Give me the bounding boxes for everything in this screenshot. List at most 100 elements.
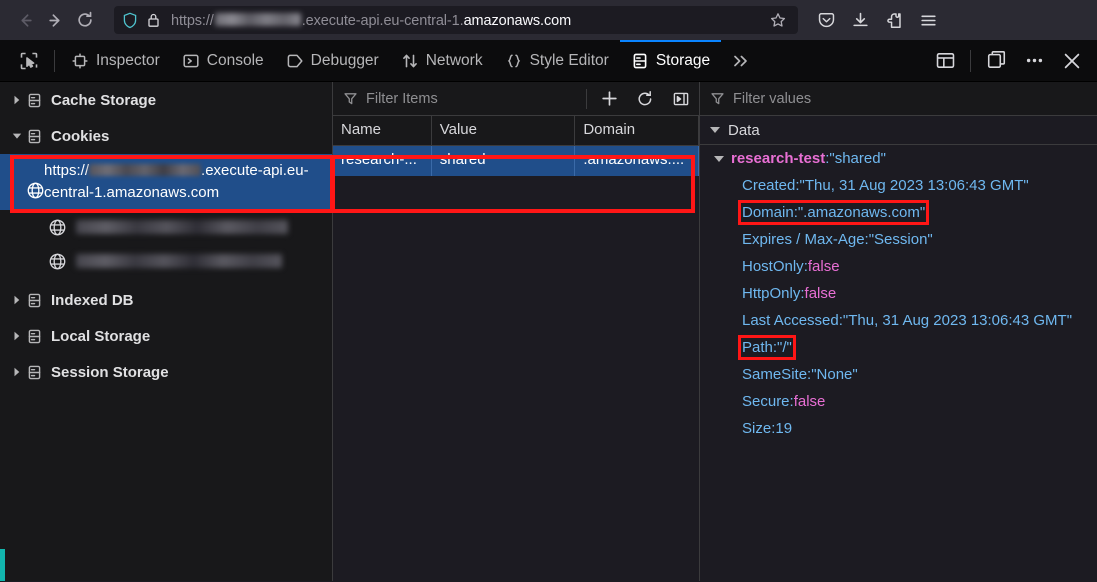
storage-panels: Cache Storage Cookies https://.execute-a…	[0, 82, 1097, 581]
devtools-options-icon[interactable]	[1015, 40, 1053, 82]
values-filter-input[interactable]: Filter values	[733, 91, 811, 107]
property-secure-key: Secure	[742, 393, 790, 410]
close-devtools-icon[interactable]	[1053, 40, 1091, 82]
cell-domain: .amazonaws....	[575, 146, 699, 176]
dock-to-side-icon[interactable]	[977, 40, 1015, 82]
database-icon	[26, 328, 43, 345]
chevron-down-icon[interactable]	[710, 127, 720, 133]
table-row[interactable]: research-... shared .amazonaws....	[333, 146, 699, 176]
tab-style-editor-label: Style Editor	[529, 51, 609, 69]
sidebar-cookie-host-2[interactable]	[0, 210, 332, 244]
refresh-button[interactable]	[627, 82, 663, 116]
sidebar-cookie-host-2-redacted	[76, 220, 288, 234]
pocket-icon[interactable]	[810, 5, 842, 35]
property-hostonly[interactable]: HostOnly: false	[700, 253, 1097, 280]
property-size-key: Size	[742, 420, 772, 437]
forward-button[interactable]	[40, 5, 70, 35]
property-expires[interactable]: Expires / Max-Age: "Session"	[700, 226, 1097, 253]
data-section-label: Data	[728, 121, 760, 139]
tab-storage[interactable]: Storage	[619, 39, 722, 82]
property-path-key: Path	[742, 339, 773, 356]
column-header-domain[interactable]: Domain	[575, 116, 699, 145]
column-header-name[interactable]: Name	[333, 116, 432, 145]
inspector-icon	[71, 52, 89, 70]
chevron-right-icon[interactable]	[8, 367, 26, 377]
chevron-down-icon[interactable]	[8, 132, 26, 140]
cookie-root-key: research-test	[731, 150, 826, 167]
tab-network[interactable]: Network	[390, 40, 494, 82]
tab-console[interactable]: Console	[171, 40, 275, 82]
property-path-value: "/"	[777, 339, 792, 356]
chevron-right-icon[interactable]	[8, 331, 26, 341]
url-domain: amazonaws.com	[463, 12, 572, 29]
chevron-double-right-icon[interactable]	[721, 52, 761, 70]
tab-debugger[interactable]: Debugger	[275, 40, 390, 82]
property-created-key: Created	[742, 177, 796, 194]
property-domain-highlight: Domain:".amazonaws.com"	[737, 200, 930, 225]
padlock-icon[interactable]	[147, 12, 160, 28]
property-path[interactable]: Path:"/"	[700, 334, 1097, 361]
bookmark-star-icon[interactable]	[766, 8, 790, 32]
sidebar-item-session-storage[interactable]: Session Storage	[0, 354, 332, 390]
tab-style-editor[interactable]: Style Editor	[494, 40, 620, 82]
property-secure[interactable]: Secure: false	[700, 388, 1097, 415]
property-domain[interactable]: Domain:".amazonaws.com"	[700, 199, 1097, 226]
sidebar-cookie-host-selected[interactable]: https://.execute-api.eu-central-1.amazon…	[0, 154, 332, 210]
property-expires-key: Expires / Max-Age	[742, 231, 865, 248]
property-created-value: "Thu, 31 Aug 2023 13:06:43 GMT"	[799, 177, 1029, 194]
chevron-down-icon[interactable]	[714, 155, 724, 162]
sidebar-item-cookies[interactable]: Cookies	[0, 118, 332, 154]
globe-icon	[48, 218, 67, 237]
element-picker-icon[interactable]	[9, 41, 49, 81]
funnel-icon	[710, 91, 725, 106]
items-filter-actions	[586, 82, 699, 115]
property-httponly[interactable]: HttpOnly: false	[700, 280, 1097, 307]
cookies-table-header: Name Value Domain	[333, 116, 699, 146]
sidebar-item-cache-storage[interactable]: Cache Storage	[0, 82, 332, 118]
downloads-icon[interactable]	[844, 5, 876, 35]
property-hostonly-value: false	[807, 258, 840, 275]
property-secure-value: false	[793, 393, 826, 410]
column-header-value[interactable]: Value	[432, 116, 576, 145]
sidebar-item-local-storage[interactable]: Local Storage	[0, 318, 332, 354]
toggle-sidebar-button[interactable]	[663, 82, 699, 116]
split-console-icon[interactable]	[926, 40, 964, 82]
property-samesite[interactable]: SameSite: "None"	[700, 361, 1097, 388]
data-section-header[interactable]: Data	[700, 116, 1097, 145]
items-filter-input[interactable]: Filter Items	[366, 91, 438, 107]
property-samesite-key: SameSite	[742, 366, 808, 383]
hamburger-menu-icon[interactable]	[912, 5, 944, 35]
cookie-detail-panel: Filter values Data research-test: "shared…	[700, 82, 1097, 581]
storage-icon	[631, 52, 649, 70]
browser-chrome-actions	[810, 5, 944, 35]
chevron-right-icon[interactable]	[8, 95, 26, 105]
reload-button[interactable]	[70, 5, 100, 35]
property-last-accessed[interactable]: Last Accessed: "Thu, 31 Aug 2023 13:06:43…	[700, 307, 1097, 334]
database-icon	[26, 292, 43, 309]
property-hostonly-key: HostOnly	[742, 258, 804, 275]
chevron-right-icon[interactable]	[8, 295, 26, 305]
property-last-accessed-key: Last Accessed	[742, 312, 839, 329]
property-size-value: 19	[775, 420, 793, 437]
sidebar-item-indexed-db-label: Indexed DB	[51, 291, 134, 309]
extensions-icon[interactable]	[878, 5, 910, 35]
panel-resize-marker[interactable]	[0, 549, 5, 581]
sidebar-item-cache-storage-label: Cache Storage	[51, 91, 157, 109]
property-domain-key: Domain	[742, 204, 794, 221]
url-bar[interactable]: https:// .execute-api.eu-central-1. amazon…	[114, 6, 798, 34]
sidebar-cookie-host-3[interactable]	[0, 244, 332, 278]
back-button[interactable]	[10, 5, 40, 35]
cookie-root-node[interactable]: research-test: "shared"	[700, 145, 1097, 172]
property-path-highlight: Path:"/"	[738, 335, 796, 360]
host-scheme: https://	[44, 162, 90, 180]
add-item-button[interactable]	[591, 82, 627, 116]
sidebar-item-cookies-label: Cookies	[51, 127, 110, 145]
url-scheme: https://	[171, 12, 214, 29]
property-created[interactable]: Created: "Thu, 31 Aug 2023 13:06:43 GMT"	[700, 172, 1097, 199]
debugger-icon	[286, 52, 304, 70]
tab-inspector[interactable]: Inspector	[60, 40, 171, 82]
tracking-protection-shield-icon[interactable]	[122, 12, 138, 29]
property-size[interactable]: Size:19	[700, 415, 1097, 442]
sidebar-item-indexed-db[interactable]: Indexed DB	[0, 282, 332, 318]
items-filter-bar: Filter Items	[333, 82, 699, 116]
